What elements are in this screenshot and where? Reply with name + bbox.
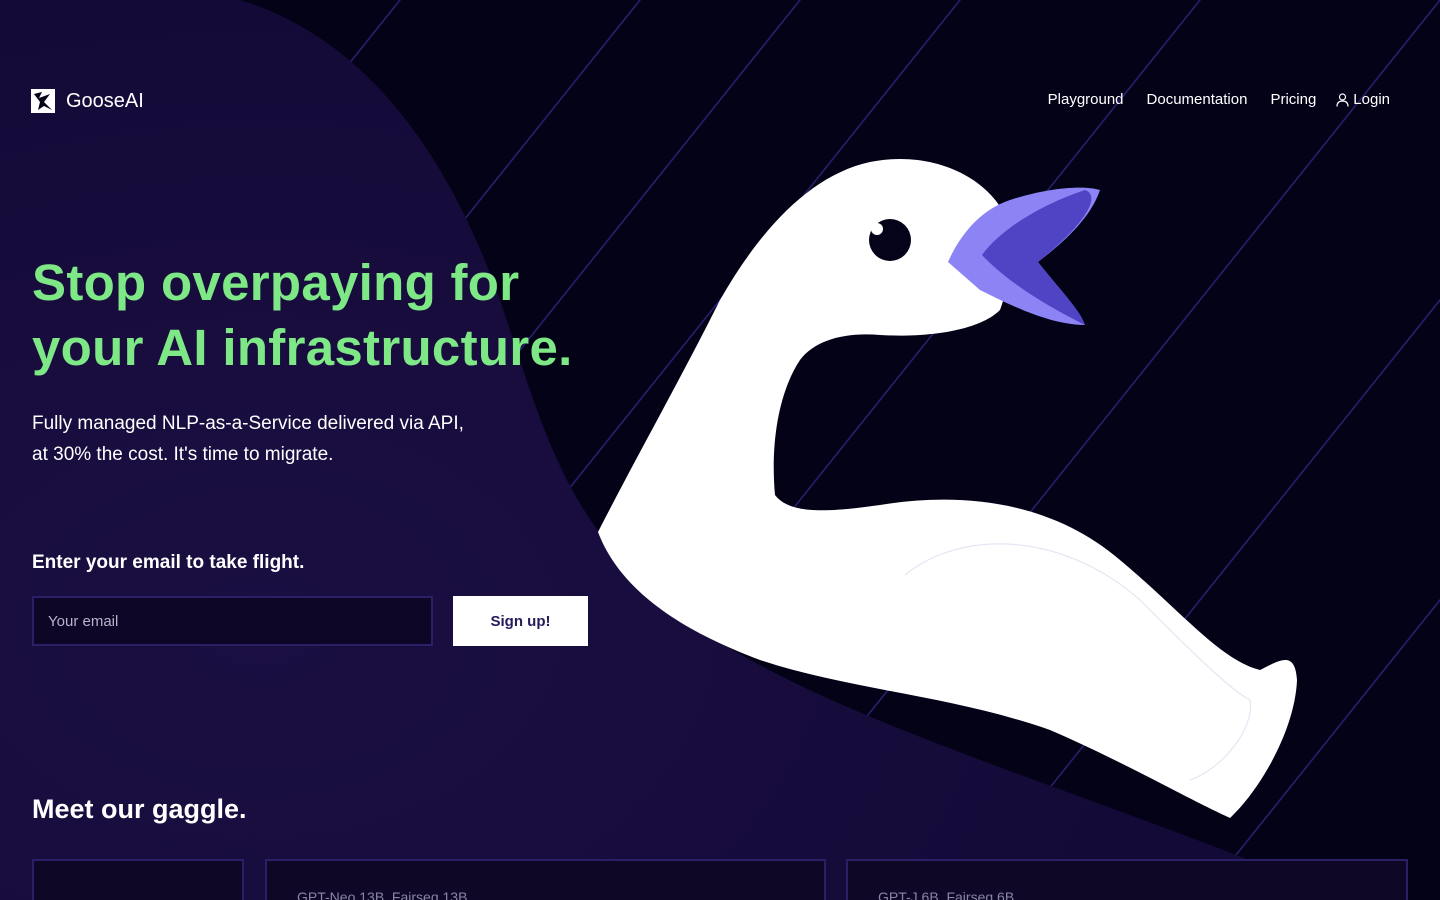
main-nav: Playground Documentation Pricing Login: [1048, 91, 1390, 108]
login-label: Login: [1353, 91, 1390, 108]
gaggle-section-title: Meet our gaggle.: [32, 794, 247, 824]
brand-name: GooseAI: [66, 89, 144, 112]
hero-subtitle: Fully managed NLP-as-a-Service delivered…: [32, 408, 552, 470]
site-header: GooseAI Playground Documentation Pricing…: [0, 0, 1440, 200]
hero-subtitle-line-1: Fully managed NLP-as-a-Service delivered…: [32, 413, 464, 434]
user-icon: [1336, 92, 1349, 107]
model-card-label: GPT-Neo 13B, Fairseq 13B: [297, 889, 468, 900]
model-card[interactable]: GPT-J 6B, Fairseq 6B: [846, 859, 1408, 900]
signup-button[interactable]: Sign up!: [453, 596, 588, 646]
model-card[interactable]: GPT-Neo 13B, Fairseq 13B: [265, 859, 826, 900]
hero-title-line-2: your AI infrastructure.: [32, 319, 573, 376]
landing-page: GooseAI Playground Documentation Pricing…: [0, 0, 1440, 900]
brand-logo[interactable]: GooseAI: [30, 88, 144, 114]
nav-playground[interactable]: Playground: [1048, 91, 1124, 108]
hero-title: Stop overpaying for your AI infrastructu…: [32, 250, 632, 380]
goose-logo-icon: [31, 89, 55, 113]
nav-login[interactable]: Login: [1336, 91, 1390, 108]
hero-title-line-1: Stop overpaying for: [32, 254, 520, 311]
model-card[interactable]: [32, 859, 244, 900]
nav-documentation[interactable]: Documentation: [1147, 91, 1248, 108]
email-input[interactable]: [32, 596, 433, 646]
nav-pricing[interactable]: Pricing: [1270, 91, 1316, 108]
hero-subtitle-line-2: at 30% the cost. It's time to migrate.: [32, 444, 334, 465]
email-form-label: Enter your email to take flight.: [32, 552, 305, 573]
model-card-label: GPT-J 6B, Fairseq 6B: [878, 889, 1015, 900]
